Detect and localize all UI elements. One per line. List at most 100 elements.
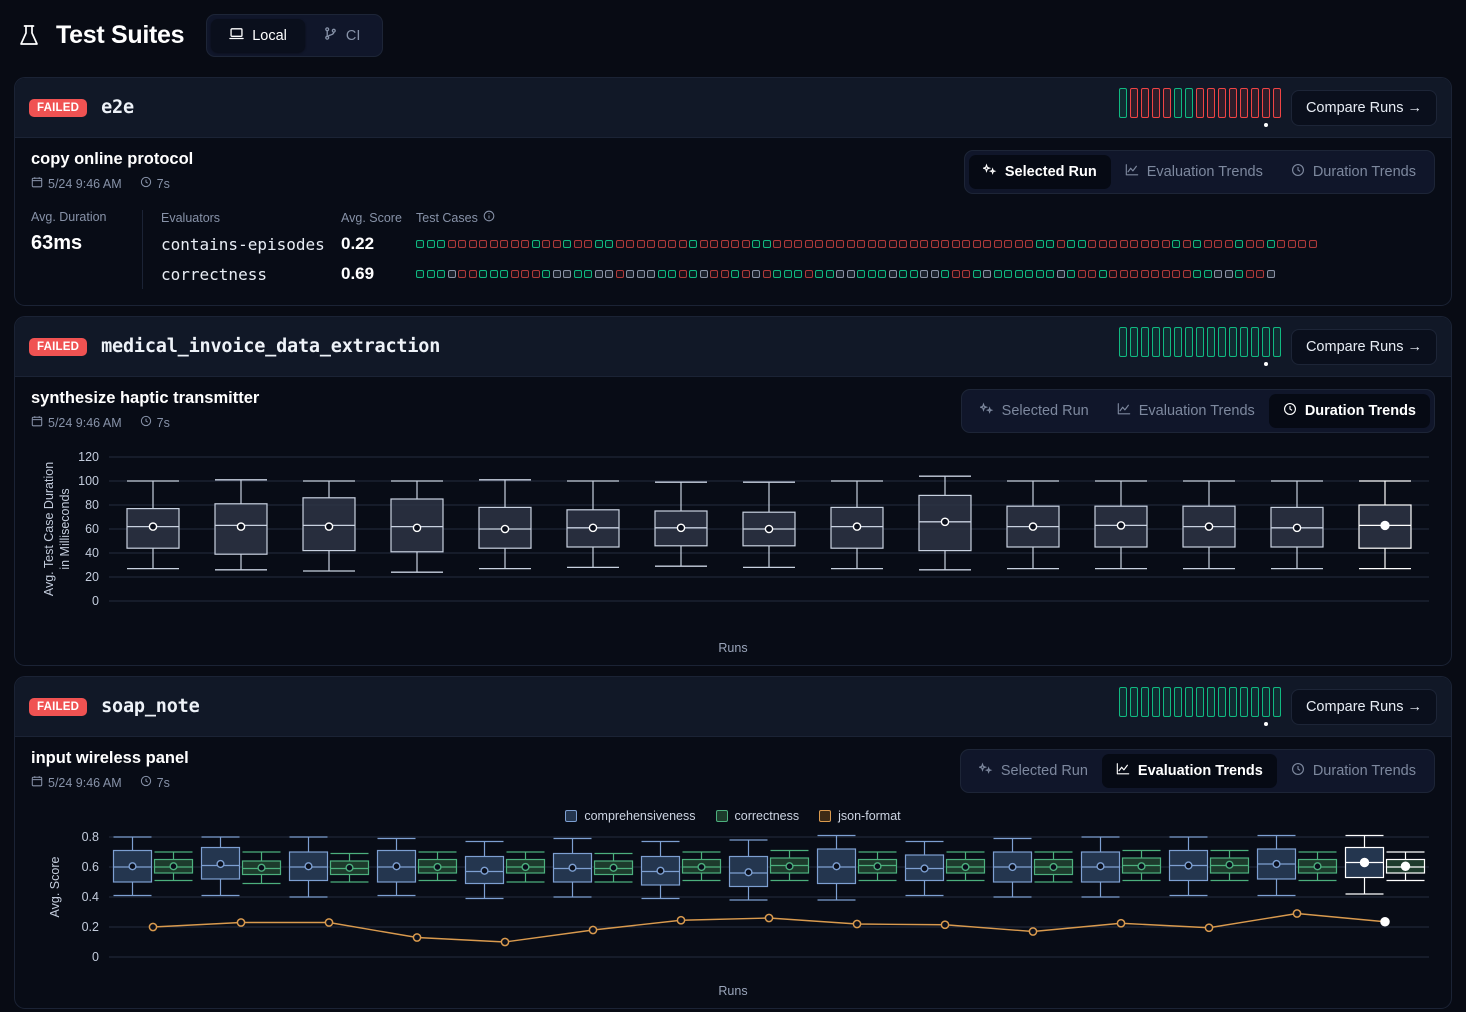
test-case-square[interactable] bbox=[479, 270, 487, 278]
test-case-square[interactable] bbox=[468, 240, 477, 248]
test-case-square[interactable] bbox=[720, 270, 729, 278]
test-case-square[interactable] bbox=[542, 270, 550, 278]
test-case-square[interactable] bbox=[699, 240, 708, 248]
box-plot-item[interactable] bbox=[112, 836, 153, 897]
test-case-square[interactable] bbox=[1266, 240, 1275, 248]
test-case-square[interactable] bbox=[1077, 240, 1086, 248]
test-case-square[interactable] bbox=[510, 270, 519, 278]
test-case-square[interactable] bbox=[773, 270, 781, 278]
run-bar[interactable] bbox=[1129, 687, 1138, 717]
legend-item[interactable]: json-format bbox=[819, 809, 901, 823]
test-case-square[interactable] bbox=[1056, 240, 1065, 248]
test-case-square[interactable] bbox=[426, 270, 435, 278]
box-plot-item[interactable] bbox=[241, 851, 282, 885]
test-case-square[interactable] bbox=[1014, 240, 1023, 248]
test-case-square[interactable] bbox=[836, 240, 844, 248]
test-case-square[interactable] bbox=[1266, 270, 1275, 278]
compare-runs-button[interactable]: Compare Runs → bbox=[1290, 688, 1437, 725]
legend-item[interactable]: comprehensiveness bbox=[565, 809, 696, 823]
test-case-square[interactable] bbox=[1235, 240, 1243, 248]
test-case-square[interactable] bbox=[1172, 270, 1180, 278]
run-bar[interactable] bbox=[1217, 687, 1226, 717]
test-case-square[interactable] bbox=[783, 240, 792, 248]
tab-duration-trends[interactable]: Duration Trends bbox=[1268, 394, 1430, 428]
run-bar[interactable] bbox=[1228, 687, 1237, 717]
run-bar[interactable] bbox=[1162, 327, 1171, 357]
box-plot-item[interactable] bbox=[830, 480, 884, 570]
run-bar[interactable] bbox=[1173, 327, 1182, 357]
test-case-square[interactable] bbox=[605, 270, 613, 278]
test-case-square[interactable] bbox=[972, 240, 981, 248]
test-case-square[interactable] bbox=[437, 270, 445, 278]
test-case-square[interactable] bbox=[615, 240, 624, 248]
test-case-square[interactable] bbox=[741, 240, 750, 248]
test-case-square[interactable] bbox=[647, 240, 655, 248]
test-case-square[interactable] bbox=[458, 270, 466, 278]
run-bar[interactable] bbox=[1173, 687, 1182, 717]
test-case-square[interactable] bbox=[794, 240, 802, 248]
box-plot-item[interactable] bbox=[681, 851, 722, 882]
run-bar[interactable] bbox=[1140, 687, 1149, 717]
test-case-square[interactable] bbox=[1046, 270, 1054, 278]
test-case-square[interactable] bbox=[437, 240, 445, 248]
run-bar[interactable] bbox=[1239, 327, 1248, 357]
test-case-square[interactable] bbox=[1109, 240, 1117, 248]
test-case-square[interactable] bbox=[1256, 240, 1264, 248]
test-case-square[interactable] bbox=[1224, 270, 1233, 278]
run-bar[interactable] bbox=[1173, 88, 1182, 118]
compare-runs-button[interactable]: Compare Runs → bbox=[1290, 328, 1437, 365]
test-case-square[interactable] bbox=[416, 270, 424, 278]
box-plot-item[interactable] bbox=[640, 840, 681, 900]
test-case-square[interactable] bbox=[668, 270, 676, 278]
test-case-square[interactable] bbox=[930, 240, 939, 248]
test-case-square[interactable] bbox=[1235, 270, 1243, 278]
box-plot-item[interactable] bbox=[1080, 836, 1121, 898]
test-case-square[interactable] bbox=[993, 270, 1002, 278]
box-plot-item[interactable] bbox=[1121, 849, 1162, 882]
box-plot-item[interactable] bbox=[992, 837, 1033, 898]
test-case-square[interactable] bbox=[1014, 270, 1023, 278]
box-plot-item[interactable] bbox=[1256, 834, 1297, 897]
box-plot-item[interactable] bbox=[1168, 836, 1209, 897]
test-case-square[interactable] bbox=[689, 240, 697, 248]
run-bar[interactable] bbox=[1195, 687, 1204, 717]
test-case-square[interactable] bbox=[857, 270, 865, 278]
segment-ci[interactable]: CI bbox=[305, 19, 379, 52]
test-case-square[interactable] bbox=[1245, 240, 1254, 248]
test-case-square[interactable] bbox=[1214, 240, 1222, 248]
box-plot-item[interactable] bbox=[566, 480, 620, 569]
run-bar[interactable] bbox=[1250, 687, 1259, 717]
test-case-square[interactable] bbox=[1004, 270, 1012, 278]
test-case-square[interactable] bbox=[741, 270, 750, 278]
run-bar[interactable] bbox=[1162, 88, 1171, 118]
test-case-square[interactable] bbox=[447, 240, 456, 248]
test-case-square[interactable] bbox=[941, 240, 949, 248]
test-case-square[interactable] bbox=[972, 270, 981, 278]
test-case-square[interactable] bbox=[836, 270, 844, 278]
run-bar[interactable] bbox=[1217, 327, 1226, 357]
run-bar[interactable] bbox=[1129, 327, 1138, 357]
tab-duration-trends[interactable]: Duration Trends bbox=[1277, 754, 1430, 788]
box-plot-item[interactable] bbox=[654, 481, 708, 567]
box-plot-item[interactable] bbox=[464, 840, 505, 900]
test-case-square[interactable] bbox=[920, 240, 928, 248]
run-bar[interactable] bbox=[1272, 687, 1281, 717]
test-case-square[interactable] bbox=[794, 270, 802, 278]
tab-evaluation-trends[interactable]: Evaluation Trends bbox=[1101, 754, 1277, 788]
tab-selected-run[interactable]: Selected Run bbox=[965, 754, 1102, 788]
test-case-square[interactable] bbox=[668, 240, 676, 248]
test-case-square[interactable] bbox=[1140, 270, 1149, 278]
run-bar[interactable] bbox=[1272, 88, 1281, 118]
test-case-square[interactable] bbox=[804, 270, 813, 278]
test-case-square[interactable] bbox=[941, 270, 949, 278]
test-case-square[interactable] bbox=[647, 270, 655, 278]
box-plot-item[interactable] bbox=[376, 837, 417, 897]
test-case-square[interactable] bbox=[825, 240, 834, 248]
run-bar[interactable] bbox=[1162, 687, 1171, 717]
run-bar[interactable] bbox=[1129, 88, 1138, 118]
test-case-square[interactable] bbox=[1277, 240, 1285, 248]
run-bar[interactable] bbox=[1118, 327, 1127, 357]
box-plot-item[interactable] bbox=[1297, 851, 1338, 882]
test-case-square[interactable] bbox=[773, 240, 781, 248]
run-history-bars[interactable] bbox=[1118, 327, 1281, 366]
